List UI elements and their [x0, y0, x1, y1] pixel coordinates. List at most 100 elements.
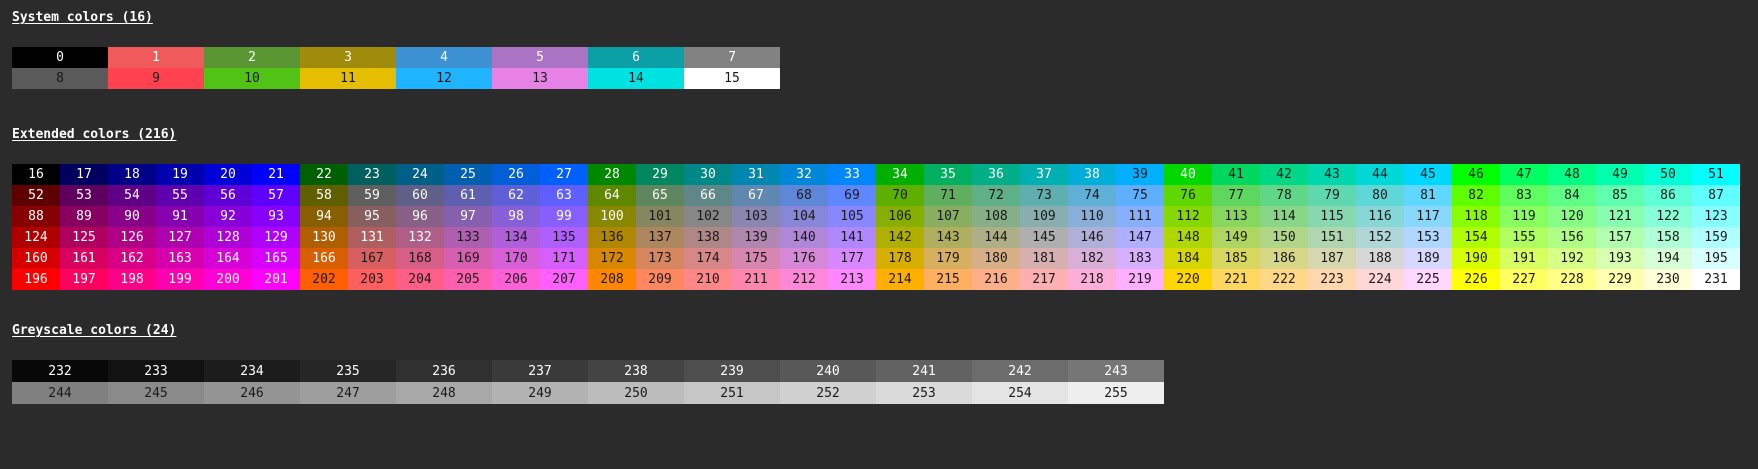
greyscale-colors-grid: 232 233 234 235 236 237 238 239 240 241 242 243 244 2… — [12, 360, 1164, 404]
color-swatch-208: 208 — [588, 269, 636, 290]
color-swatch-223: 223 — [1308, 269, 1356, 290]
color-swatch-246: 246 — [204, 382, 300, 404]
color-swatch-97: 97 — [444, 206, 492, 227]
color-swatch-11: 11 — [300, 68, 396, 89]
color-swatch-194: 194 — [1644, 248, 1692, 269]
color-swatch-245: 245 — [108, 382, 204, 404]
color-swatch-196: 196 — [12, 269, 60, 290]
color-swatch-159: 159 — [1692, 227, 1740, 248]
color-swatch-53: 53 — [60, 185, 108, 206]
color-swatch-113: 113 — [1212, 206, 1260, 227]
color-swatch-112: 112 — [1164, 206, 1212, 227]
color-swatch-240: 240 — [780, 360, 876, 382]
extended-colors-row: 16 17 18 19 20 21 22 23 24 25 26 27 28 29 30 31 32 33 34 35… — [12, 164, 1740, 185]
color-swatch-61: 61 — [444, 185, 492, 206]
color-swatch-111: 111 — [1116, 206, 1164, 227]
color-swatch-72: 72 — [972, 185, 1020, 206]
color-swatch-60: 60 — [396, 185, 444, 206]
color-swatch-81: 81 — [1404, 185, 1452, 206]
extended-colors-row: 160 161 162 163 164 165 166 167 168 169 170 171 172 1… — [12, 248, 1740, 269]
color-swatch-170: 170 — [492, 248, 540, 269]
color-swatch-197: 197 — [60, 269, 108, 290]
color-swatch-180: 180 — [972, 248, 1020, 269]
color-swatch-254: 254 — [972, 382, 1068, 404]
color-swatch-255: 255 — [1068, 382, 1164, 404]
color-swatch-160: 160 — [12, 248, 60, 269]
system-colors-grid: 0 1 2 3 4 5 6 7 8 9 10 11 12 13 14 15 — [12, 47, 780, 89]
color-swatch-102: 102 — [684, 206, 732, 227]
color-swatch-92: 92 — [204, 206, 252, 227]
color-swatch-63: 63 — [540, 185, 588, 206]
color-swatch-151: 151 — [1308, 227, 1356, 248]
color-swatch-62: 62 — [492, 185, 540, 206]
color-swatch-205: 205 — [444, 269, 492, 290]
color-swatch-243: 243 — [1068, 360, 1164, 382]
color-swatch-154: 154 — [1452, 227, 1500, 248]
color-swatch-23: 23 — [348, 164, 396, 185]
color-swatch-244: 244 — [12, 382, 108, 404]
color-swatch-133: 133 — [444, 227, 492, 248]
color-swatch-79: 79 — [1308, 185, 1356, 206]
color-swatch-38: 38 — [1068, 164, 1116, 185]
color-swatch-64: 64 — [588, 185, 636, 206]
color-swatch-150: 150 — [1260, 227, 1308, 248]
color-swatch-1: 1 — [108, 47, 204, 68]
color-swatch-13: 13 — [492, 68, 588, 89]
color-swatch-247: 247 — [300, 382, 396, 404]
color-swatch-229: 229 — [1596, 269, 1644, 290]
color-swatch-5: 5 — [492, 47, 588, 68]
color-swatch-106: 106 — [876, 206, 924, 227]
color-swatch-166: 166 — [300, 248, 348, 269]
color-swatch-129: 129 — [252, 227, 300, 248]
color-swatch-87: 87 — [1692, 185, 1740, 206]
color-swatch-155: 155 — [1500, 227, 1548, 248]
color-swatch-21: 21 — [252, 164, 300, 185]
color-swatch-0: 0 — [12, 47, 108, 68]
color-swatch-249: 249 — [492, 382, 588, 404]
color-swatch-224: 224 — [1356, 269, 1404, 290]
color-swatch-40: 40 — [1164, 164, 1212, 185]
color-swatch-120: 120 — [1548, 206, 1596, 227]
extended-colors-row: 88 89 90 91 92 93 94 95 96 97 98 99 100 101 102 103 104 1… — [12, 206, 1740, 227]
color-swatch-128: 128 — [204, 227, 252, 248]
color-swatch-69: 69 — [828, 185, 876, 206]
color-swatch-201: 201 — [252, 269, 300, 290]
color-swatch-65: 65 — [636, 185, 684, 206]
color-swatch-230: 230 — [1644, 269, 1692, 290]
color-swatch-94: 94 — [300, 206, 348, 227]
extended-colors-row: 124 125 126 127 128 129 130 131 132 133 134 135 136 1… — [12, 227, 1740, 248]
color-swatch-177: 177 — [828, 248, 876, 269]
color-swatch-192: 192 — [1548, 248, 1596, 269]
color-swatch-125: 125 — [60, 227, 108, 248]
color-swatch-105: 105 — [828, 206, 876, 227]
color-swatch-34: 34 — [876, 164, 924, 185]
color-swatch-88: 88 — [12, 206, 60, 227]
color-swatch-184: 184 — [1164, 248, 1212, 269]
color-swatch-174: 174 — [684, 248, 732, 269]
color-swatch-217: 217 — [1020, 269, 1068, 290]
color-swatch-14: 14 — [588, 68, 684, 89]
color-swatch-200: 200 — [204, 269, 252, 290]
color-swatch-162: 162 — [108, 248, 156, 269]
color-swatch-12: 12 — [396, 68, 492, 89]
color-swatch-85: 85 — [1596, 185, 1644, 206]
color-swatch-30: 30 — [684, 164, 732, 185]
color-swatch-156: 156 — [1548, 227, 1596, 248]
color-swatch-241: 241 — [876, 360, 972, 382]
extended-colors-row: 196 197 198 199 200 201 202 203 204 205 206 207 208 2… — [12, 269, 1740, 290]
color-swatch-82: 82 — [1452, 185, 1500, 206]
color-swatch-86: 86 — [1644, 185, 1692, 206]
color-swatch-182: 182 — [1068, 248, 1116, 269]
color-swatch-165: 165 — [252, 248, 300, 269]
color-swatch-130: 130 — [300, 227, 348, 248]
color-swatch-122: 122 — [1644, 206, 1692, 227]
color-swatch-8: 8 — [12, 68, 108, 89]
color-swatch-18: 18 — [108, 164, 156, 185]
color-swatch-207: 207 — [540, 269, 588, 290]
color-swatch-10: 10 — [204, 68, 300, 89]
color-swatch-131: 131 — [348, 227, 396, 248]
color-swatch-26: 26 — [492, 164, 540, 185]
color-swatch-39: 39 — [1116, 164, 1164, 185]
color-swatch-66: 66 — [684, 185, 732, 206]
color-swatch-236: 236 — [396, 360, 492, 382]
